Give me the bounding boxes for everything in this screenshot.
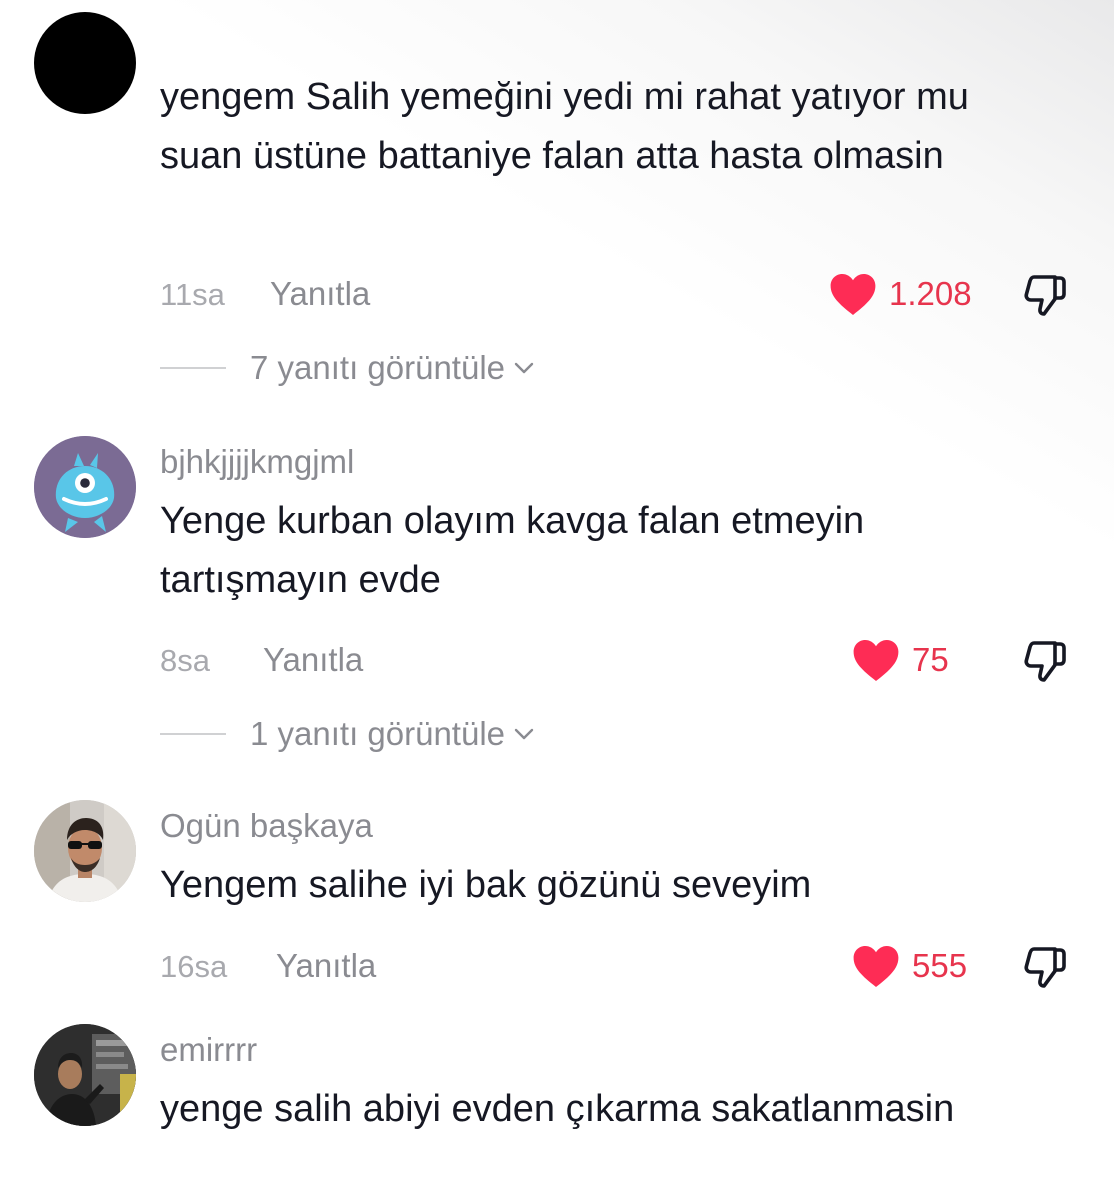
view-replies-label: 7 yanıtı görüntüle <box>250 349 506 386</box>
dislike-button[interactable] <box>1020 636 1070 686</box>
avatar[interactable] <box>34 800 136 902</box>
monster-avatar-icon <box>34 436 136 538</box>
username[interactable]: Ogün başkaya <box>160 806 373 846</box>
like-button[interactable]: 1.208 <box>829 272 972 316</box>
heart-icon <box>853 946 899 987</box>
like-count: 555 <box>912 947 968 984</box>
reply-button[interactable]: Yanıtla <box>263 640 363 680</box>
thumbs-down-icon <box>1024 947 1066 988</box>
divider-line <box>160 733 226 735</box>
view-replies-label: 1 yanıtı görüntüle <box>250 715 506 752</box>
comment-text: Yengem salihe iyi bak gözünü seveyim <box>160 864 812 906</box>
comment-time: 8sa <box>160 643 210 678</box>
comment-time: 11sa <box>160 277 225 312</box>
chevron-down-icon <box>514 728 534 740</box>
like-count: 1.208 <box>889 275 972 312</box>
user-photo-avatar-icon <box>34 1024 136 1126</box>
avatar[interactable] <box>34 1024 136 1126</box>
comment-item: Ogün başkaya Yengem salihe iyi bak gözün… <box>0 770 1114 1010</box>
comment-text: Yenge kurban olayım kavga falan etmeyin … <box>160 500 865 601</box>
like-button[interactable]: 555 <box>852 944 967 988</box>
view-replies-button[interactable]: 7 yanıtı görüntüle <box>160 348 535 388</box>
like-button[interactable]: 75 <box>852 638 949 682</box>
heart-icon <box>830 274 876 315</box>
chevron-down-icon <box>514 362 534 374</box>
thumbs-down-icon <box>1024 275 1066 316</box>
avatar[interactable] <box>34 436 136 538</box>
username[interactable]: bjhkjjjjkmgjml <box>160 442 354 482</box>
divider-line <box>160 367 226 369</box>
view-replies-button[interactable]: 1 yanıtı görüntüle <box>160 714 535 754</box>
dislike-button[interactable] <box>1020 270 1070 320</box>
avatar[interactable] <box>34 12 136 114</box>
comment-item: yengem Salih yemeğini yedi mi rahat yatı… <box>0 0 1114 400</box>
comment-time: 16sa <box>160 949 228 984</box>
comment-item: bjhkjjjjkmgjml Yenge kurban olayım kavga… <box>0 400 1114 770</box>
heart-icon <box>853 640 899 681</box>
comment-item: emirrrr yenge salih abiyi evden çıkarma … <box>0 1010 1114 1200</box>
comment-text: yengem Salih yemeğini yedi mi rahat yatı… <box>160 76 969 177</box>
username[interactable]: emirrrr <box>160 1030 257 1070</box>
like-count: 75 <box>912 641 949 678</box>
thumbs-down-icon <box>1024 641 1066 682</box>
dislike-button[interactable] <box>1020 942 1070 992</box>
reply-button[interactable]: Yanıtla <box>276 946 376 986</box>
comment-text: yenge salih abiyi evden çıkarma sakatlan… <box>160 1088 955 1130</box>
user-photo-avatar-icon <box>34 800 136 902</box>
reply-button[interactable]: Yanıtla <box>270 274 370 314</box>
